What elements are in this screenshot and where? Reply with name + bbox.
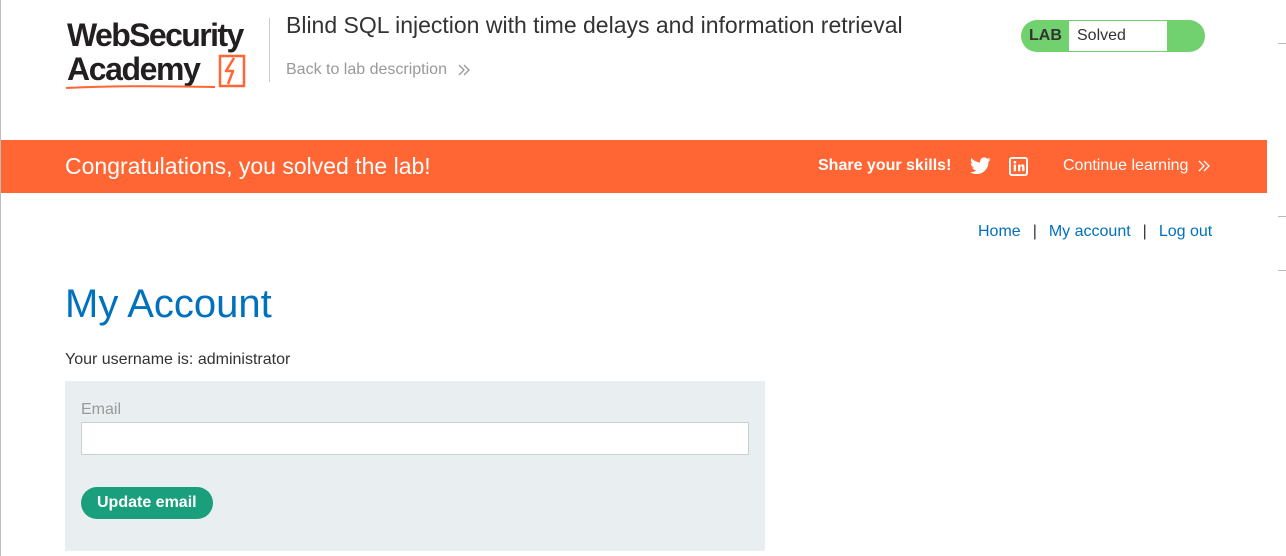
logo-line-2: Academy (67, 51, 201, 87)
home-link[interactable]: Home (978, 223, 1021, 240)
lab-status-box: Solved (1069, 21, 1167, 51)
update-email-button[interactable]: Update email (81, 487, 213, 519)
logo-swoosh-icon (65, 85, 216, 89)
lab-status-badge: LAB Solved (1021, 20, 1205, 52)
share-skills-label: Share your skills! (818, 157, 952, 174)
back-to-description-link[interactable]: Back to lab description (286, 61, 471, 79)
email-label: Email (81, 401, 122, 418)
header: WebSecurity Academy Blind SQL injection … (1, 0, 1268, 140)
logo-line-1: WebSecurity (67, 17, 244, 53)
email-input[interactable] (81, 422, 749, 455)
double-chevron-right-icon (1198, 160, 1210, 172)
continue-learning-label: Continue learning (1063, 157, 1189, 174)
right-gutter (1267, 0, 1286, 556)
lab-title: Blind SQL injection with time delays and… (286, 12, 903, 38)
my-account-link[interactable]: My account (1049, 223, 1131, 240)
username-line: Your username is: administrator (65, 351, 291, 368)
continue-learning-link[interactable]: Continue learning (1063, 157, 1211, 175)
nav-separator: | (1142, 223, 1147, 240)
back-link-label: Back to lab description (286, 61, 447, 78)
lab-status-text: Solved (1077, 27, 1126, 44)
page-title: My Account (65, 282, 272, 326)
account-nav: Home | My account | Log out (978, 223, 1212, 241)
congratulations-message: Congratulations, you solved the lab! (65, 153, 431, 179)
log-out-link[interactable]: Log out (1159, 223, 1212, 240)
gutter-mark (1278, 43, 1286, 44)
double-chevron-right-icon (458, 64, 471, 76)
nav-separator: | (1032, 223, 1037, 240)
page: WebSecurity Academy Blind SQL injection … (0, 0, 1268, 556)
gutter-mark (1278, 216, 1286, 217)
academy-logo[interactable]: WebSecurity Academy (65, 18, 265, 92)
solved-banner: Congratulations, you solved the lab! Sha… (1, 140, 1268, 193)
twitter-icon[interactable] (970, 156, 991, 176)
linkedin-icon[interactable] (1009, 157, 1028, 176)
lab-badge-label: LAB (1029, 27, 1062, 44)
gutter-mark (1278, 270, 1286, 271)
header-divider (269, 18, 270, 82)
change-email-form: Email Update email (65, 381, 765, 551)
